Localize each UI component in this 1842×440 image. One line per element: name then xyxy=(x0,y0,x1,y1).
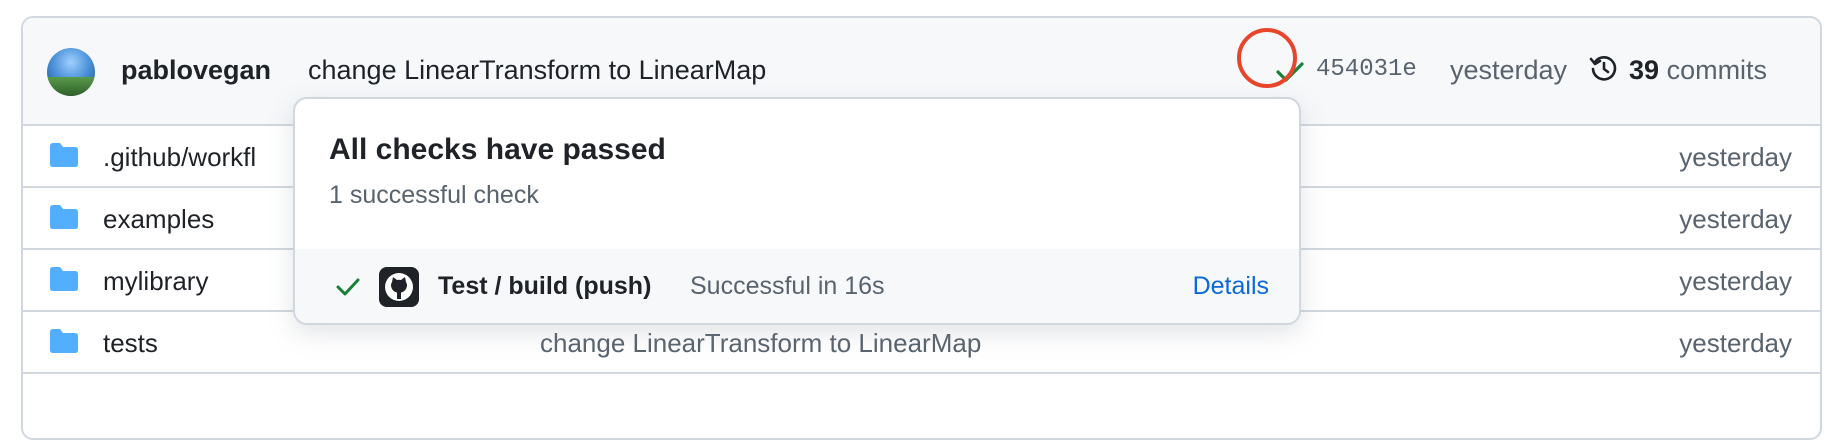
check-icon xyxy=(336,278,360,296)
commits-link[interactable]: 39 commits xyxy=(1629,50,1767,90)
commit-sha[interactable]: 454031e xyxy=(1316,50,1417,90)
details-link[interactable]: Details xyxy=(1193,249,1269,323)
commit-author[interactable]: pablovegan xyxy=(121,50,271,90)
checks-popover: All checks have passed 1 successful chec… xyxy=(293,97,1301,325)
popover-title: All checks have passed xyxy=(329,133,666,166)
file-name[interactable]: mylibrary xyxy=(103,250,208,312)
file-name[interactable]: examples xyxy=(103,188,214,250)
file-time: yesterday xyxy=(1679,328,1792,358)
folder-icon xyxy=(50,267,78,291)
annotation-circle xyxy=(1237,28,1297,88)
file-row[interactable] xyxy=(23,372,1820,436)
check-status: Successful in 16s xyxy=(690,272,885,300)
commit-time: yesterday xyxy=(1450,55,1568,85)
history-icon xyxy=(1589,56,1617,81)
commit-count: 39 xyxy=(1629,55,1660,85)
check-run-row: Test / build (push) Successful in 16s De… xyxy=(295,249,1299,323)
file-time: yesterday xyxy=(1679,142,1792,172)
file-time: yesterday xyxy=(1679,266,1792,296)
popover-subtitle: 1 successful check xyxy=(329,181,539,209)
file-name[interactable]: tests xyxy=(103,312,158,374)
author-avatar[interactable] xyxy=(47,48,95,96)
check-name: Test / build (push) xyxy=(438,272,652,300)
folder-icon xyxy=(50,329,78,353)
folder-icon xyxy=(50,205,78,229)
commit-count-label: commits xyxy=(1666,55,1768,85)
file-time: yesterday xyxy=(1679,204,1792,234)
github-logo-icon xyxy=(379,267,419,307)
file-name[interactable]: .github/workfl xyxy=(103,126,256,188)
commit-message[interactable]: change LinearTransform to LinearMap xyxy=(308,50,766,90)
folder-icon xyxy=(50,143,78,167)
